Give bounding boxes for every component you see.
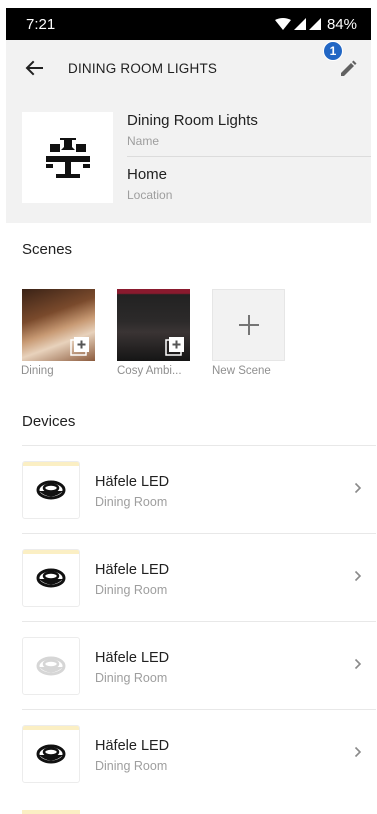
device-room: Dining Room xyxy=(95,671,168,685)
pencil-icon xyxy=(341,60,357,76)
device-name: Häfele LED xyxy=(95,738,170,754)
scene-dining[interactable]: Dining xyxy=(21,289,95,377)
device-icon-box xyxy=(22,461,80,519)
chevron-right-icon xyxy=(354,658,362,670)
add-scene-overlay-icon xyxy=(70,337,89,356)
status-icons xyxy=(274,18,321,30)
device-row-partial xyxy=(22,810,80,814)
device-icon-box xyxy=(22,637,80,695)
chevron-right-icon xyxy=(354,482,362,494)
dining-table-lamp-icon xyxy=(45,137,90,178)
plus-icon xyxy=(238,315,259,335)
device-name: Häfele LED xyxy=(95,650,170,666)
scenes-row: Dining Cosy Ambi... New Scene xyxy=(21,289,285,377)
status-bar: 7:21 84% xyxy=(6,8,371,40)
room-icon-box[interactable] xyxy=(22,112,113,203)
notification-badge: 1 xyxy=(323,41,343,61)
scene-label: Cosy Ambi... xyxy=(117,365,182,377)
room-name: Dining Room Lights xyxy=(127,112,258,129)
chevron-right-icon xyxy=(354,746,362,758)
ceiling-light-icon xyxy=(36,568,66,588)
devices-list: Häfele LED Dining Room Häfele LED Dining Ro… xyxy=(22,445,376,797)
room-name-label: Name xyxy=(127,134,160,148)
app-bar: DINING ROOM LIGHTS xyxy=(6,40,371,96)
scene-thumbnail xyxy=(22,289,95,361)
page-title: DINING ROOM LIGHTS xyxy=(68,60,218,76)
room-location-label: Location xyxy=(127,188,173,202)
device-row[interactable]: Häfele LED Dining Room xyxy=(22,621,376,709)
new-scene-button[interactable]: New Scene xyxy=(212,289,285,377)
light-on-indicator xyxy=(23,726,79,730)
signal-icon-secondary xyxy=(308,18,321,30)
ceiling-light-icon xyxy=(36,656,66,676)
wifi-icon xyxy=(274,18,291,30)
device-room: Dining Room xyxy=(95,759,168,773)
light-on-indicator xyxy=(23,550,79,554)
add-scene-overlay-icon xyxy=(165,337,184,356)
scene-cosy-ambience[interactable]: Cosy Ambi... xyxy=(117,289,190,377)
room-header-card: Dining Room Lights Name Home Location xyxy=(6,96,371,223)
scene-label: New Scene xyxy=(212,365,271,377)
scene-label: Dining xyxy=(21,365,54,377)
device-icon-box xyxy=(22,549,80,607)
room-location: Home xyxy=(127,166,168,183)
device-name: Häfele LED xyxy=(95,562,170,578)
battery-level: 84% xyxy=(326,15,357,33)
signal-icon xyxy=(293,18,306,30)
ceiling-light-icon xyxy=(36,480,66,500)
ceiling-light-icon xyxy=(36,744,66,764)
scene-thumbnail xyxy=(117,289,190,361)
new-scene-thumbnail xyxy=(212,289,285,361)
status-indicators: 84% xyxy=(274,15,357,33)
back-button[interactable] xyxy=(10,44,58,92)
room-location-row[interactable]: Home Location xyxy=(127,166,371,211)
device-name: Häfele LED xyxy=(95,474,170,490)
room-name-row[interactable]: Dining Room Lights Name xyxy=(127,112,371,157)
device-row[interactable]: Häfele LED Dining Room xyxy=(22,445,376,533)
device-icon-box xyxy=(22,725,80,783)
device-row[interactable]: Häfele LED Dining Room xyxy=(22,533,376,621)
devices-heading: Devices xyxy=(22,413,76,430)
status-time: 7:21 xyxy=(26,15,56,33)
device-room: Dining Room xyxy=(95,583,168,597)
device-row[interactable]: Häfele LED Dining Room xyxy=(22,709,376,797)
arrow-left-icon xyxy=(25,60,43,76)
chevron-right-icon xyxy=(354,570,362,582)
light-on-indicator xyxy=(23,462,79,466)
scenes-heading: Scenes xyxy=(22,241,73,258)
device-room: Dining Room xyxy=(95,495,168,509)
